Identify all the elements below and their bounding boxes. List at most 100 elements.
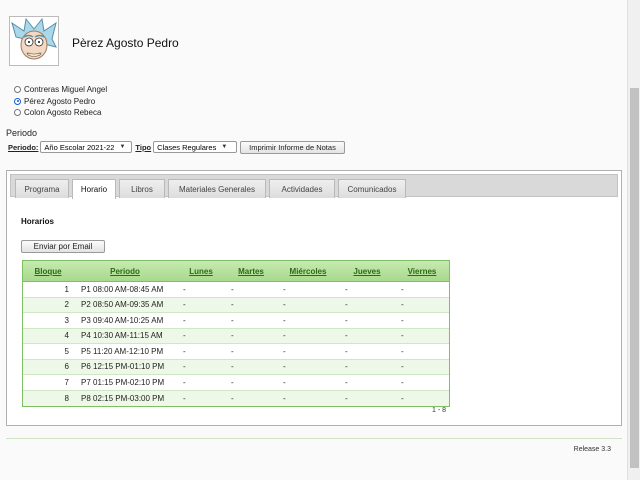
filters-bar: Periodo: Año Escolar 2021-22 ▼ Tipo Clas… [8,140,345,154]
column-header-lunes[interactable]: Lunes [177,261,225,281]
periodo-select[interactable]: Año Escolar 2021-22 ▼ [40,141,133,153]
cell-jueves: - [345,300,348,310]
cell-lunes: - [183,346,186,356]
rick-avatar-icon [9,16,59,66]
tipo-select-value: Clases Regulares [157,142,217,152]
vertical-scrollbar[interactable] [627,0,640,480]
periodo-section-title: Periodo [6,128,38,138]
cell-periodo: P5 11:20 AM-12:10 PM [81,346,164,356]
cell-periodo: P7 01:15 PM-02:10 PM [81,377,165,387]
tipo-label: Tipo [135,142,152,152]
cell-viernes: - [401,377,404,387]
cell-viernes: - [401,346,404,356]
table-row: 4 P4 10:30 AM-11:15 AM - - - - - [23,328,449,344]
table-row: 8 P8 02:15 PM-03:00 PM - - - - - [23,390,449,406]
radio-button[interactable] [14,109,21,117]
cell-miercoles: - [283,377,286,387]
cell-lunes: - [183,331,186,341]
table-row: 1 P1 08:00 AM-08:45 AM - - - - - [23,282,449,298]
cell-periodo: P2 08:50 AM-09:35 AM [81,300,164,310]
cell-martes: - [231,393,234,403]
cell-miercoles: - [283,362,286,372]
cell-viernes: - [401,284,404,294]
cell-jueves: - [345,362,348,372]
tab-materiales-generales[interactable]: Materiales Generales [168,179,266,198]
tab-bar: Programa Horario Libros Materiales Gener… [10,174,618,199]
cell-viernes: - [401,362,404,372]
tab-programa[interactable]: Programa [15,179,69,198]
cell-lunes: - [183,362,186,372]
cell-viernes: - [401,393,404,403]
cell-bloque: 6 [64,362,69,372]
column-header-bloque[interactable]: Bloque [23,261,73,281]
tipo-select[interactable]: Clases Regulares ▼ [153,141,238,153]
cell-viernes: - [401,331,404,341]
student-option-label: Contreras Miguel Angel [24,85,108,95]
column-header-periodo[interactable]: Periodo [73,261,177,281]
cell-miercoles: - [283,331,286,341]
pager-info: 1 - 8 [432,407,447,414]
release-version: Release 3.3 [573,446,611,453]
cell-bloque: 2 [64,300,69,310]
student-option-colon[interactable]: Colon Agosto Rebeca [14,107,107,119]
cell-periodo: P6 12:15 PM-01:10 PM [81,362,165,372]
cell-jueves: - [345,284,348,294]
student-selector: Contreras Miguel Angel Pérez Agosto Pedr… [14,84,107,119]
cell-jueves: - [345,346,348,356]
send-email-button[interactable]: Enviar por Email [21,240,105,253]
student-option-perez[interactable]: Pérez Agosto Pedro [14,96,107,108]
student-name: Pèrez Agosto Pedro [72,36,179,50]
cell-martes: - [231,377,234,387]
table-row: 6 P6 12:15 PM-01:10 PM - - - - - [23,359,449,375]
cell-lunes: - [183,393,186,403]
cell-martes: - [231,362,234,372]
column-header-viernes[interactable]: Viernes [395,261,449,281]
cell-jueves: - [345,393,348,403]
radio-button[interactable] [14,86,21,94]
cell-bloque: 8 [64,393,69,403]
footer-divider [6,438,622,439]
cell-martes: - [231,315,234,325]
chevron-down-icon: ▼ [221,144,228,150]
cell-martes: - [231,346,234,356]
tab-actividades[interactable]: Actividades [269,179,335,198]
tabs-panel: Programa Horario Libros Materiales Gener… [6,170,622,426]
cell-periodo: P3 09:40 AM-10:25 AM [81,315,164,325]
cell-jueves: - [345,377,348,387]
cell-viernes: - [401,300,404,310]
page: Pèrez Agosto Pedro Contreras Miguel Ange… [0,0,627,480]
cell-bloque: 4 [64,331,69,341]
tab-comunicados[interactable]: Comunicados [338,179,406,198]
cell-periodo: P8 02:15 PM-03:00 PM [81,393,165,403]
tab-horario[interactable]: Horario [72,179,116,199]
schedule-title: Horarios [21,217,54,226]
scrollbar-thumb[interactable] [630,88,639,468]
cell-bloque: 1 [64,284,69,294]
cell-bloque: 5 [64,346,69,356]
cell-miercoles: - [283,393,286,403]
print-report-button[interactable]: Imprimir Informe de Notas [240,140,345,154]
tab-libros[interactable]: Libros [119,179,165,198]
cell-bloque: 3 [64,315,69,325]
table-row: 3 P3 09:40 AM-10:25 AM - - - - - [23,313,449,329]
column-header-jueves[interactable]: Jueves [339,261,395,281]
cell-miercoles: - [283,315,286,325]
cell-bloque: 7 [64,377,69,387]
radio-button-selected[interactable] [14,97,21,105]
cell-miercoles: - [283,346,286,356]
table-row: 5 P5 11:20 AM-12:10 PM - - - - - [23,344,449,360]
cell-jueves: - [345,331,348,341]
cell-lunes: - [183,315,186,325]
cell-miercoles: - [283,284,286,294]
student-option-label: Colon Agosto Rebeca [24,108,102,118]
cell-martes: - [231,331,234,341]
cell-lunes: - [183,377,186,387]
cell-jueves: - [345,315,348,325]
chevron-down-icon: ▼ [119,144,126,150]
cell-lunes: - [183,284,186,294]
cell-periodo: P1 08:00 AM-08:45 AM [81,284,164,294]
periodo-select-value: Año Escolar 2021-22 [44,142,115,152]
column-header-martes[interactable]: Martes [225,261,277,281]
student-option-contreras[interactable]: Contreras Miguel Angel [14,84,107,96]
column-header-miercoles[interactable]: Miércoles [277,261,339,281]
